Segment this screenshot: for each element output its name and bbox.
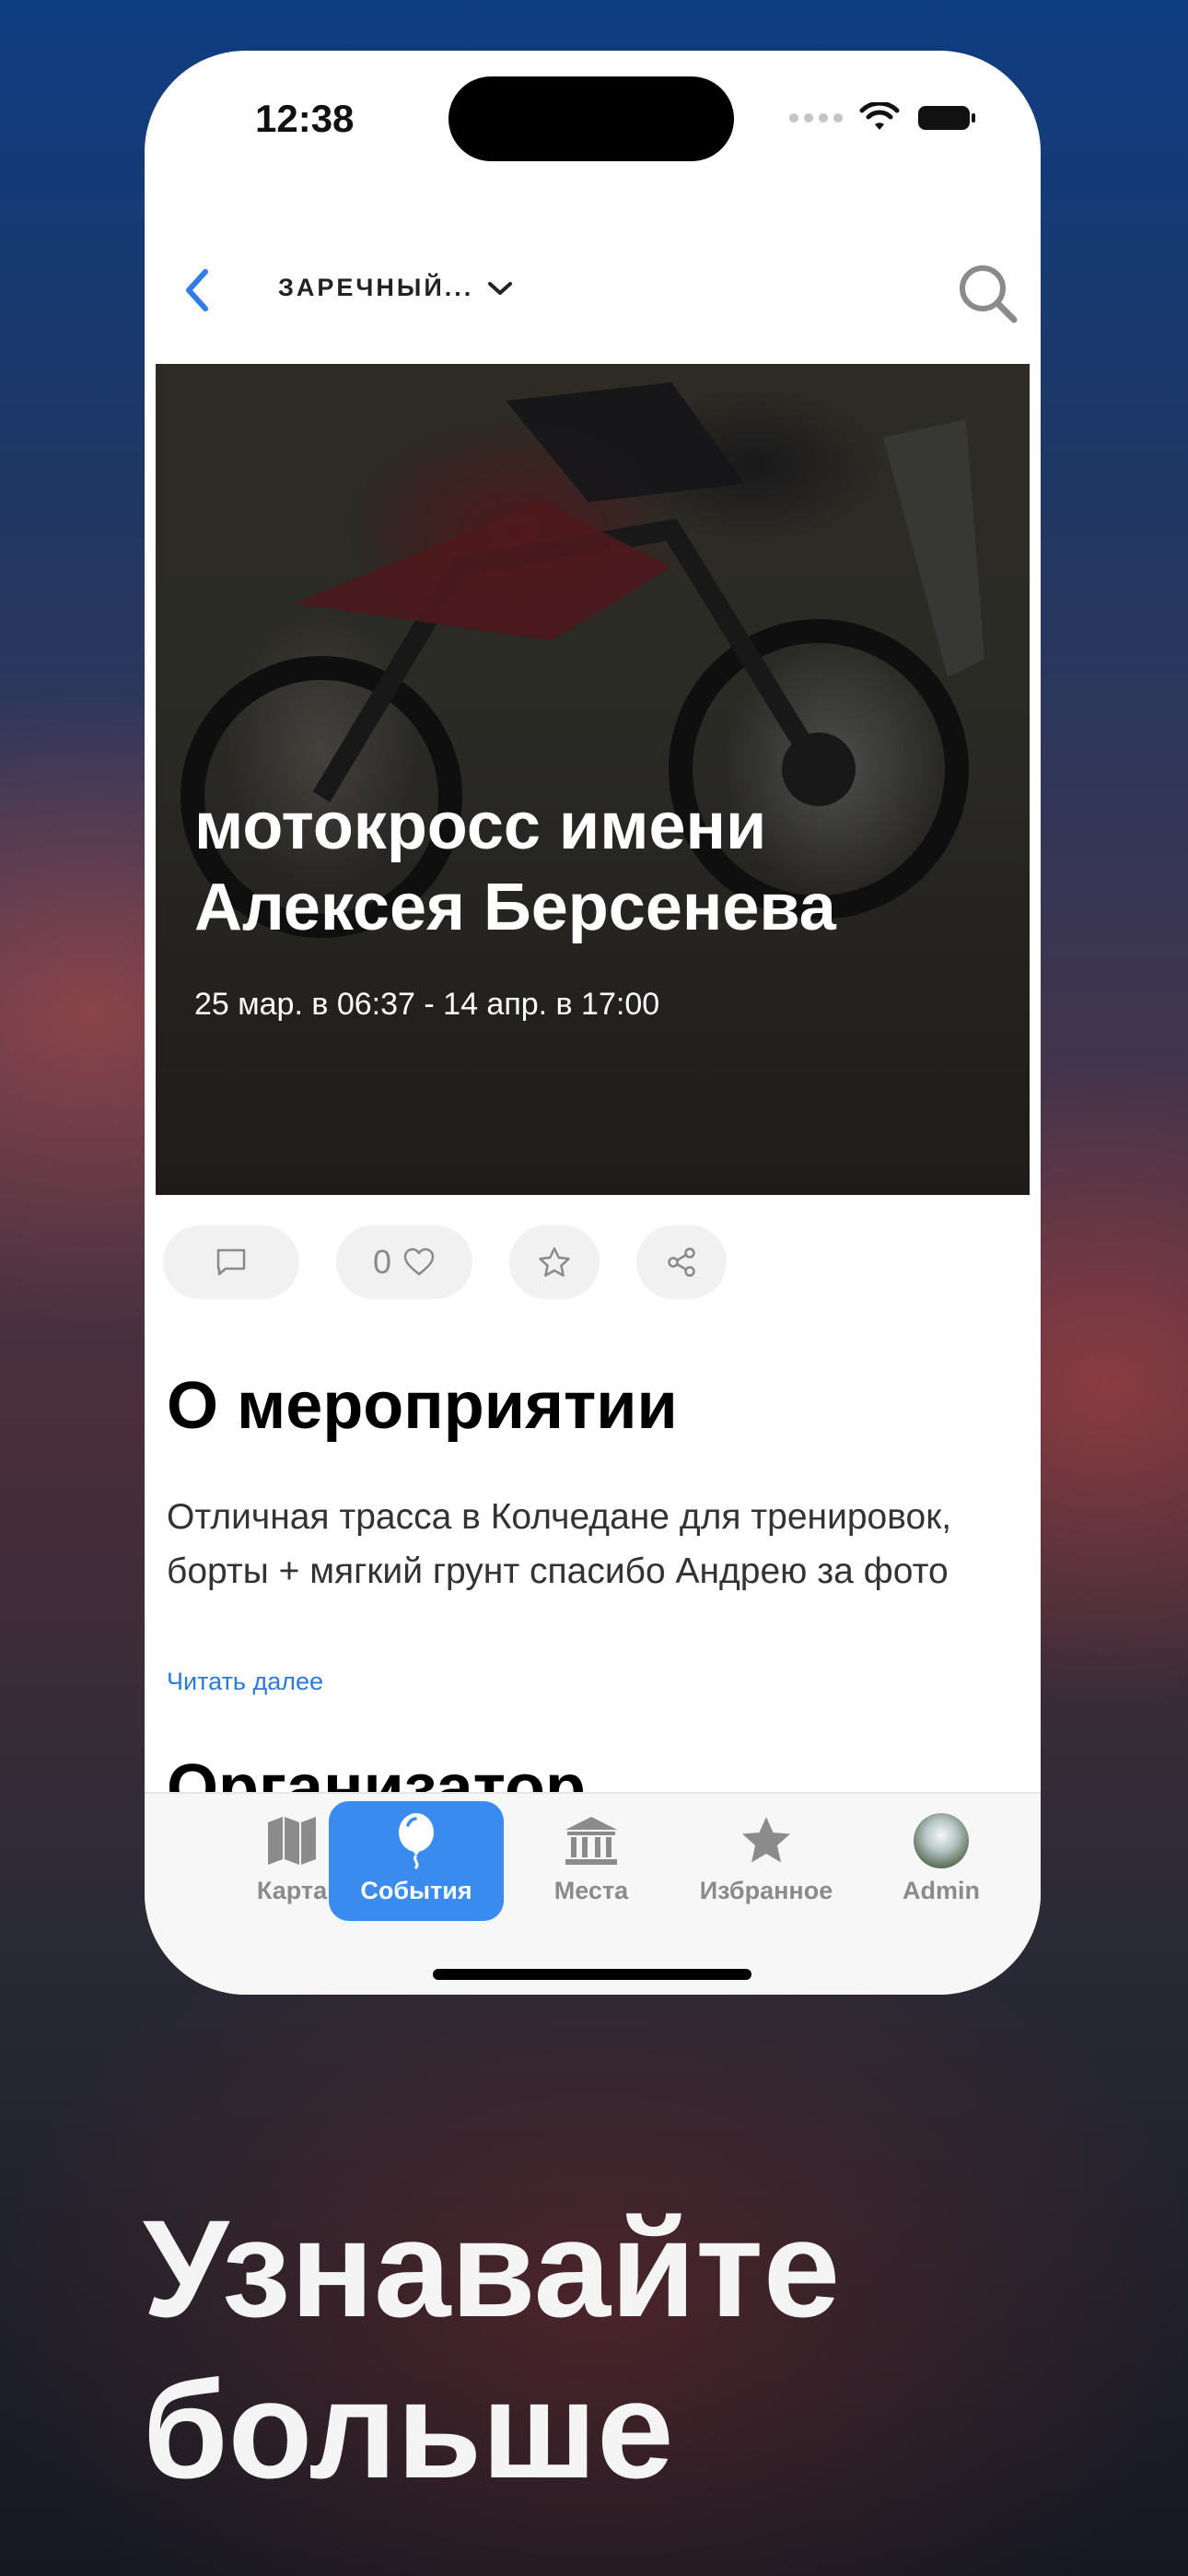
tab-events[interactable]: События — [329, 1801, 504, 1921]
balloon-icon — [399, 1813, 434, 1869]
tab-favorites[interactable]: Избранное — [679, 1801, 854, 1921]
phone-frame: 12:38 ЗАРЕЧНЫЙ... мотокросс имени Алексе… — [145, 51, 1041, 1995]
navigation-bar: ЗАРЕЧНЫЙ... — [145, 226, 1041, 364]
event-hero-image: мотокросс имени Алексея Берсенева 25 мар… — [156, 364, 1030, 1195]
home-indicator — [433, 1969, 751, 1980]
promo-tagline: Узнавайте больше — [143, 2191, 841, 2507]
hero-dim-overlay — [156, 364, 1030, 1195]
comment-icon — [216, 1248, 246, 1276]
dynamic-island — [448, 76, 734, 161]
share-button[interactable] — [636, 1225, 727, 1299]
star-outline-icon — [539, 1247, 570, 1277]
event-actions: 0 — [163, 1225, 727, 1299]
avatar — [914, 1813, 969, 1868]
wifi-icon — [859, 102, 900, 130]
event-dates: 25 мар. в 06:37 - 14 апр. в 17:00 — [194, 987, 660, 1022]
tab-label: Места — [553, 1877, 629, 1904]
city-selector[interactable]: ЗАРЕЧНЫЙ... — [278, 274, 514, 302]
star-icon — [742, 1817, 790, 1863]
comment-button[interactable] — [163, 1225, 299, 1299]
battery-icon — [918, 106, 975, 130]
chevron-down-icon — [488, 281, 513, 295]
tab-bar: Карта События Места Избранное Admin — [145, 1792, 1041, 1995]
back-chevron-icon[interactable] — [172, 263, 227, 318]
like-button[interactable]: 0 — [336, 1225, 472, 1299]
read-more-link[interactable]: Читать далее — [167, 1668, 323, 1696]
about-description: Отличная трасса в Колчедане для трениров… — [167, 1497, 952, 1591]
tab-admin[interactable]: Admin — [854, 1801, 1029, 1921]
map-icon — [268, 1817, 316, 1865]
tab-label: Карта — [256, 1877, 328, 1904]
tab-label: Избранное — [699, 1877, 833, 1904]
city-label: ЗАРЕЧНЫЙ... — [278, 274, 474, 301]
share-icon — [668, 1247, 695, 1277]
about-heading: О мероприятии — [167, 1369, 678, 1443]
event-title: мотокросс имени Алексея Берсенева — [194, 790, 836, 944]
favorite-button[interactable] — [509, 1225, 600, 1299]
tab-places[interactable]: Места — [504, 1801, 679, 1921]
landmark-icon — [565, 1817, 617, 1865]
like-count: 0 — [372, 1243, 392, 1281]
status-time: 12:38 — [255, 97, 355, 140]
tab-label: Admin — [903, 1877, 980, 1904]
search-icon[interactable] — [955, 261, 1021, 327]
tab-label: События — [360, 1877, 472, 1904]
heart-icon — [403, 1247, 435, 1276]
cellular-signal-icon — [789, 113, 843, 123]
status-icons — [789, 102, 977, 134]
